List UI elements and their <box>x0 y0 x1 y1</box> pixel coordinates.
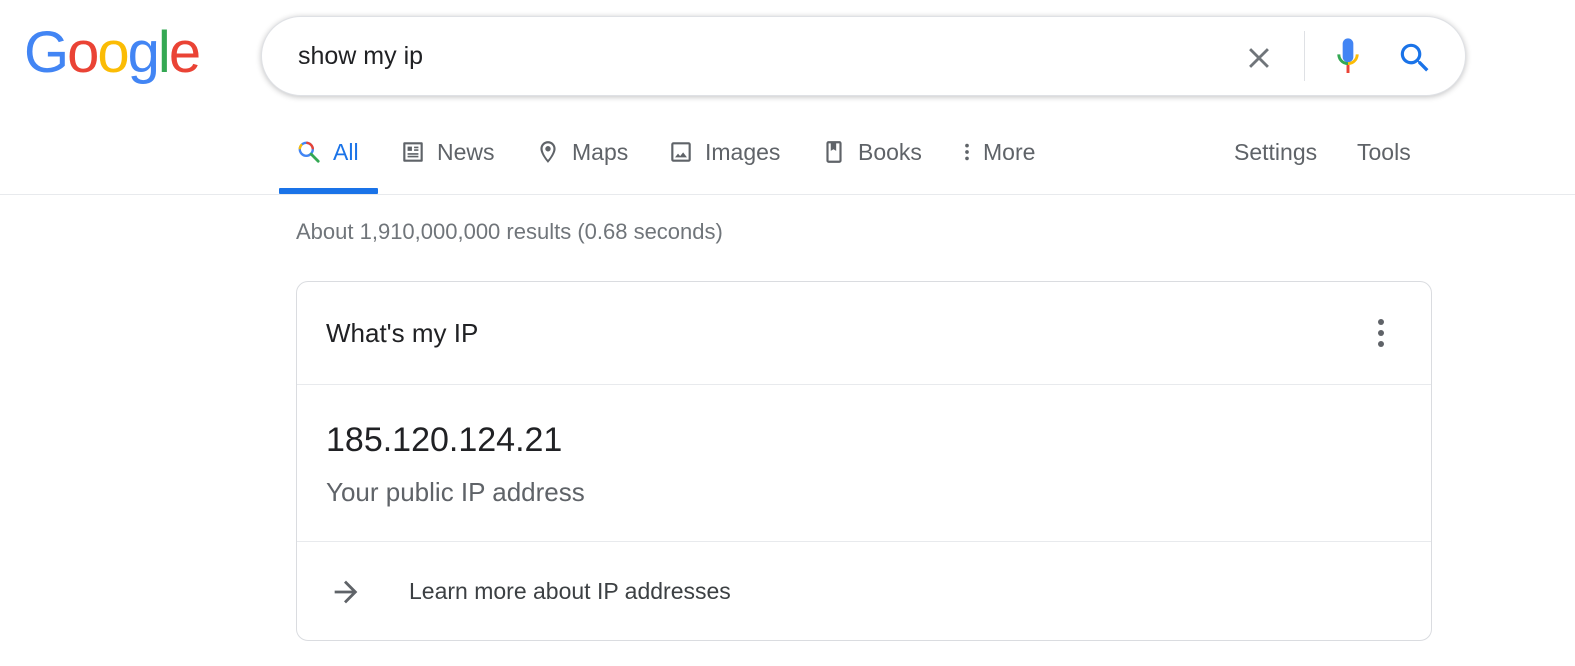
search-box <box>261 16 1466 96</box>
google-logo[interactable]: G o o g l e <box>24 20 201 85</box>
tools-label: Tools <box>1357 138 1411 165</box>
search-button[interactable] <box>1396 39 1434 77</box>
card-title: What's my IP <box>326 318 479 348</box>
voice-search-button[interactable] <box>1332 37 1364 77</box>
tab-maps[interactable]: Maps <box>535 132 628 172</box>
tools-link[interactable]: Tools <box>1357 132 1411 172</box>
card-header: What's my IP <box>297 282 1431 385</box>
image-icon <box>671 142 691 162</box>
logo-letter: G <box>24 20 69 85</box>
logo-letter: g <box>127 20 160 85</box>
learn-more-link[interactable]: Learn more about IP addresses <box>297 542 1431 641</box>
ip-answer-card: What's my IP 185.120.124.21 Your public … <box>296 281 1432 641</box>
learn-more-label: Learn more about IP addresses <box>409 578 731 604</box>
clear-search-button[interactable] <box>1242 41 1276 75</box>
tab-all[interactable]: All <box>296 132 359 172</box>
microphone-icon <box>1337 38 1359 73</box>
news-icon <box>403 142 423 162</box>
settings-link[interactable]: Settings <box>1234 132 1317 172</box>
logo-letter: l <box>157 20 171 85</box>
search-tabs: All News Maps Images Books More Settings… <box>0 120 1575 195</box>
tab-label: Maps <box>572 138 629 165</box>
more-vert-icon <box>965 143 969 161</box>
tab-label: Images <box>705 138 781 165</box>
tab-label: Books <box>858 138 922 165</box>
settings-label: Settings <box>1234 138 1318 165</box>
logo-letter: o <box>97 20 129 85</box>
search-input[interactable] <box>298 39 1198 73</box>
more-vert-icon <box>1378 319 1384 347</box>
close-icon <box>1249 48 1269 68</box>
tab-books[interactable]: Books <box>821 132 922 172</box>
tab-label: News <box>437 138 495 165</box>
card-body: 185.120.124.21 Your public IP address <box>297 385 1431 542</box>
ip-address-caption: Your public IP address <box>326 477 585 507</box>
tab-label: All <box>333 138 359 165</box>
search-icon <box>1400 43 1429 72</box>
tab-news[interactable]: News <box>400 132 495 172</box>
tab-label: More <box>983 138 1036 165</box>
search-icon <box>298 141 320 163</box>
arrow-right-icon <box>334 580 358 604</box>
card-options-button[interactable] <box>1369 316 1393 350</box>
ip-address-value: 185.120.124.21 <box>326 421 563 459</box>
book-icon <box>826 141 842 163</box>
active-tab-indicator <box>279 188 378 194</box>
logo-letter: e <box>168 20 201 85</box>
search-box-divider <box>1304 31 1305 81</box>
tab-images[interactable]: Images <box>668 132 780 172</box>
result-stats: About 1,910,000,000 results (0.68 second… <box>296 219 723 244</box>
map-pin-icon <box>540 141 556 163</box>
tab-more[interactable]: More <box>956 132 1035 172</box>
logo-letter: o <box>67 20 99 85</box>
